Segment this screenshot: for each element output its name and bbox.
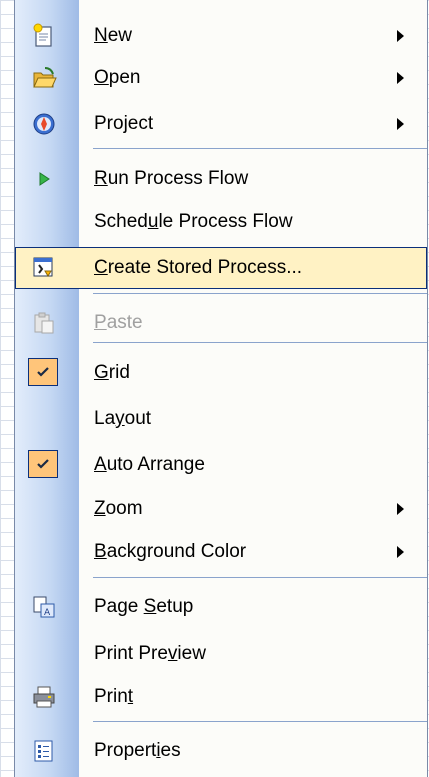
menu-item-run-process-flow[interactable]: Run Process Flow bbox=[15, 158, 427, 200]
svg-text:A: A bbox=[44, 608, 51, 618]
paste-clipboard-icon bbox=[31, 310, 57, 336]
menu-separator bbox=[93, 342, 427, 343]
menu-item-background-color[interactable]: Background Color bbox=[15, 531, 427, 573]
submenu-arrow-icon bbox=[397, 546, 404, 558]
menu-separator bbox=[93, 293, 427, 294]
menu-item-auto-arrange[interactable]: Auto Arrange bbox=[15, 444, 427, 486]
context-menu: New Open Project Run Process Flow Schedu… bbox=[14, 0, 428, 777]
stored-process-icon bbox=[31, 255, 57, 281]
menu-item-new[interactable]: New bbox=[15, 15, 427, 57]
menu-item-page-setup[interactable]: A Page Setup bbox=[15, 586, 427, 628]
menu-item-create-stored-process[interactable]: Create Stored Process... bbox=[15, 247, 427, 289]
submenu-arrow-icon bbox=[397, 118, 404, 130]
menu-item-schedule-process-flow[interactable]: Schedule Process Flow bbox=[15, 201, 427, 243]
menu-item-print-preview[interactable]: Print Preview bbox=[15, 633, 427, 675]
open-folder-icon bbox=[31, 65, 57, 91]
menu-item-project[interactable]: Project bbox=[15, 103, 427, 145]
properties-icon bbox=[31, 738, 57, 764]
submenu-arrow-icon bbox=[397, 30, 404, 42]
project-compass-icon bbox=[31, 111, 57, 137]
menu-item-zoom[interactable]: Zoom bbox=[15, 488, 427, 530]
menu-separator bbox=[93, 721, 427, 722]
menu-separator bbox=[93, 148, 427, 149]
menu-item-properties[interactable]: Properties bbox=[15, 730, 427, 772]
run-play-icon bbox=[31, 166, 57, 192]
check-icon bbox=[28, 358, 58, 386]
menu-item-print[interactable]: Print bbox=[15, 676, 427, 718]
check-icon bbox=[28, 450, 58, 478]
menu-item-grid[interactable]: Grid bbox=[15, 352, 427, 394]
new-document-icon bbox=[31, 23, 57, 49]
page-setup-icon: A bbox=[31, 594, 57, 620]
submenu-arrow-icon bbox=[397, 503, 404, 515]
menu-item-layout[interactable]: Layout bbox=[15, 398, 427, 440]
printer-icon bbox=[31, 684, 57, 710]
menu-item-open[interactable]: Open bbox=[15, 57, 427, 99]
menu-item-paste[interactable]: Paste bbox=[15, 302, 427, 344]
submenu-arrow-icon bbox=[397, 72, 404, 84]
menu-separator bbox=[93, 577, 427, 578]
